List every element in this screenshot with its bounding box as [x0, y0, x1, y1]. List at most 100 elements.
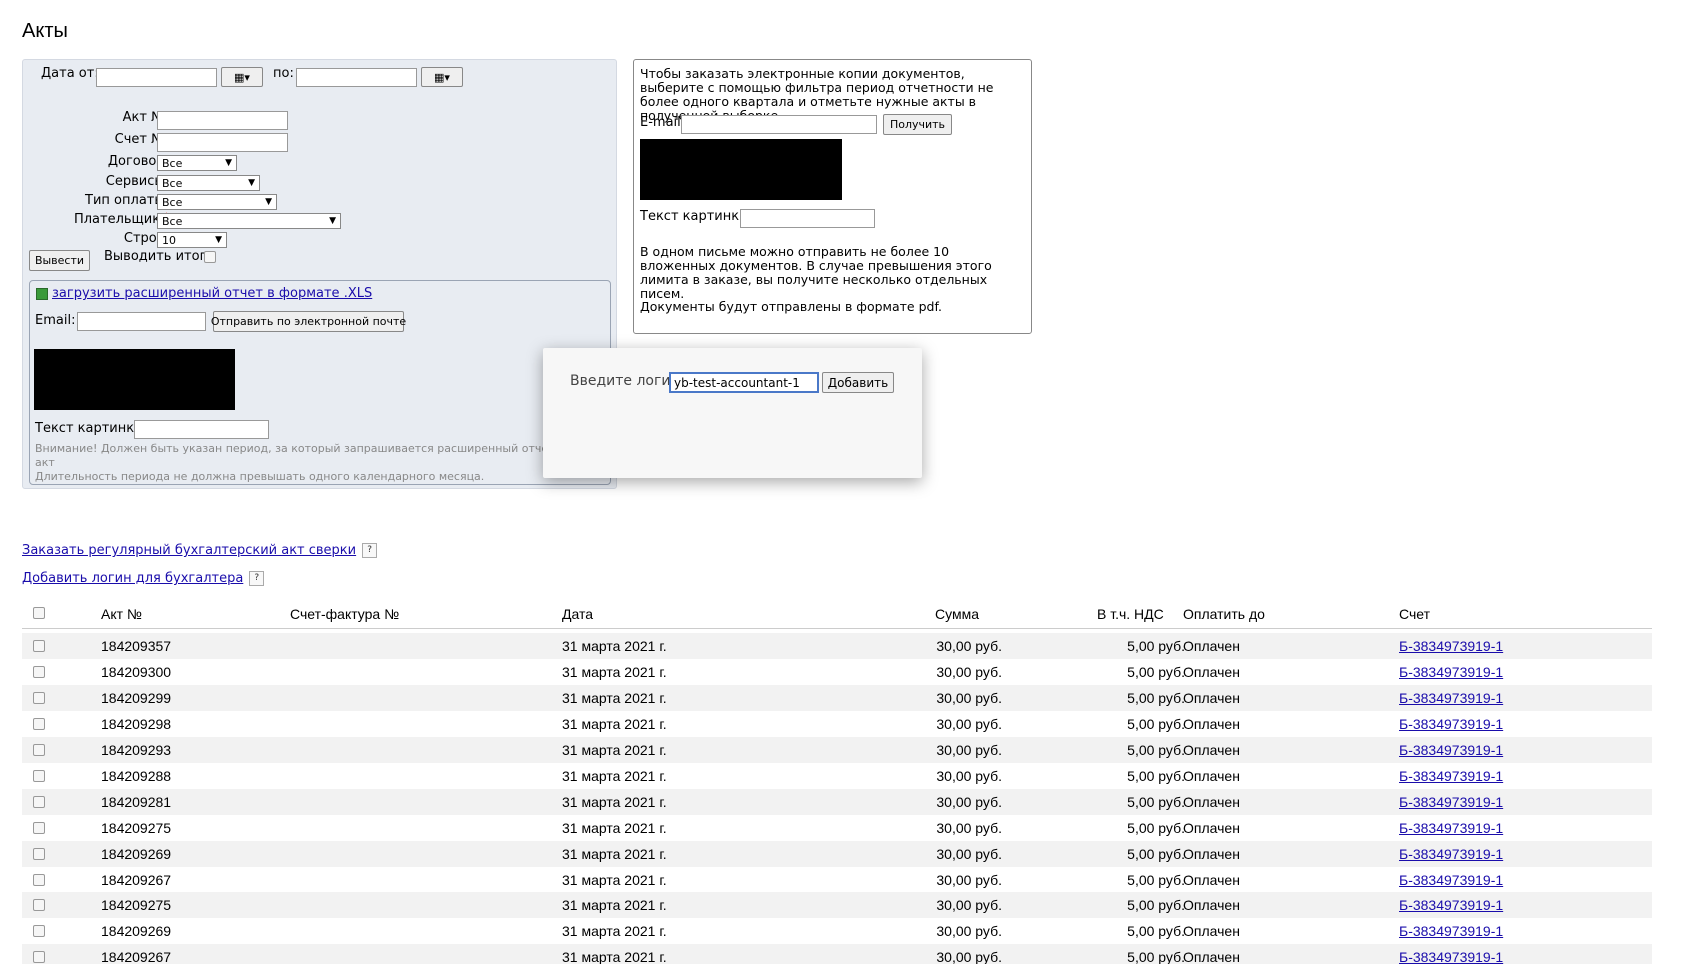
order-reconciliation-link[interactable]: Заказать регулярный бухгалтерский акт св…: [22, 543, 356, 558]
date-from-calendar-button[interactable]: ▦▾: [221, 67, 263, 87]
add-button[interactable]: Добавить: [822, 372, 894, 393]
show-totals-label: Выводить итоги: [104, 249, 215, 264]
payer-select[interactable]: Все ▼: [157, 213, 341, 229]
act-sum: 30,00 руб.: [936, 872, 1002, 888]
row-checkbox[interactable]: [33, 692, 45, 704]
act-vat: 5,00 руб.: [1127, 638, 1185, 654]
act-number: 184209300: [101, 664, 172, 680]
services-select[interactable]: Все ▼: [157, 175, 260, 191]
order-captcha-input[interactable]: [740, 209, 875, 228]
invoice-link[interactable]: Б-3834973919-1: [1399, 742, 1503, 758]
order-limit-note: В одном письме можно отправить не более …: [640, 244, 992, 301]
act-sum: 30,00 руб.: [936, 820, 1002, 836]
act-sum: 30,00 руб.: [936, 846, 1002, 862]
act-vat: 5,00 руб.: [1127, 923, 1185, 939]
invoice-link[interactable]: Б-3834973919-1: [1399, 923, 1503, 939]
row-checkbox[interactable]: [33, 718, 45, 730]
email-label: Email:: [35, 313, 76, 328]
date-from-input[interactable]: [96, 68, 217, 87]
act-date: 31 марта 2021 г.: [562, 690, 667, 706]
report-captcha-input[interactable]: [134, 420, 269, 439]
invoice-link[interactable]: Б-3834973919-1: [1399, 846, 1503, 862]
invoice-link[interactable]: Б-3834973919-1: [1399, 820, 1503, 836]
invoice-link[interactable]: Б-3834973919-1: [1399, 897, 1503, 913]
payment-status: Оплачен: [1183, 820, 1240, 836]
invoice-link[interactable]: Б-3834973919-1: [1399, 949, 1503, 964]
help-icon[interactable]: ?: [249, 571, 265, 586]
payment-status: Оплачен: [1183, 897, 1240, 913]
login-input[interactable]: [669, 372, 819, 393]
invoice-number-input[interactable]: [157, 133, 288, 152]
invoice-link[interactable]: Б-3834973919-1: [1399, 872, 1503, 888]
row-checkbox[interactable]: [33, 666, 45, 678]
act-vat: 5,00 руб.: [1127, 949, 1185, 964]
xls-download-link[interactable]: загрузить расширенный отчет в формате .X…: [52, 286, 372, 301]
act-number: 184209275: [101, 820, 172, 836]
row-checkbox[interactable]: [33, 640, 45, 652]
date-to-calendar-button[interactable]: ▦▾: [421, 67, 463, 87]
send-email-button[interactable]: Отправить по электронной почте: [211, 311, 406, 332]
row-checkbox[interactable]: [33, 796, 45, 808]
invoice-link[interactable]: Б-3834973919-1: [1399, 794, 1503, 810]
add-login-dialog: Введите логин Добавить: [543, 348, 922, 478]
act-number-input[interactable]: [157, 111, 288, 130]
row-checkbox[interactable]: [33, 744, 45, 756]
table-header: Акт № Счет-фактура № Дата Сумма В т.ч. Н…: [22, 603, 1652, 629]
invoice-link[interactable]: Б-3834973919-1: [1399, 690, 1503, 706]
act-vat: 5,00 руб.: [1127, 846, 1185, 862]
add-login-row: Добавить логин для бухгалтера?: [22, 571, 265, 586]
act-number: 184209281: [101, 794, 172, 810]
act-sum: 30,00 руб.: [936, 742, 1002, 758]
act-date: 31 марта 2021 г.: [562, 872, 667, 888]
col-invoice: Счет: [1399, 606, 1430, 622]
act-date: 31 марта 2021 г.: [562, 638, 667, 654]
row-checkbox[interactable]: [33, 848, 45, 860]
invoice-link[interactable]: Б-3834973919-1: [1399, 638, 1503, 654]
act-sum: 30,00 руб.: [936, 690, 1002, 706]
act-number: 184209267: [101, 872, 172, 888]
payment-status: Оплачен: [1183, 690, 1240, 706]
captcha-text-label: Текст картинки:: [35, 421, 147, 436]
col-date: Дата: [562, 606, 594, 622]
contract-select[interactable]: Все ▼: [157, 155, 237, 171]
rows-select[interactable]: 10 ▼: [157, 232, 227, 248]
add-accountant-login-link[interactable]: Добавить логин для бухгалтера: [22, 571, 243, 586]
row-checkbox[interactable]: [33, 899, 45, 911]
table-row: 184209269 31 марта 2021 г. 30,00 руб. 5,00 …: [22, 918, 1652, 944]
order-captcha-image: [640, 139, 842, 200]
row-checkbox[interactable]: [33, 925, 45, 937]
report-email-input[interactable]: [77, 312, 206, 331]
payment-status: Оплачен: [1183, 742, 1240, 758]
col-vat: В т.ч. НДС: [1097, 606, 1164, 622]
order-copies-panel: Чтобы заказать электронные копии докумен…: [633, 59, 1032, 334]
show-button[interactable]: Вывести: [29, 250, 90, 271]
table-row: 184209275 31 марта 2021 г. 30,00 руб. 5,00 …: [22, 892, 1652, 918]
order-email-label: E-mail:: [640, 115, 686, 130]
act-vat: 5,00 руб.: [1127, 716, 1185, 732]
invoice-link[interactable]: Б-3834973919-1: [1399, 768, 1503, 784]
date-to-input[interactable]: [296, 68, 417, 87]
get-button[interactable]: Получить: [883, 114, 952, 135]
invoice-link[interactable]: Б-3834973919-1: [1399, 716, 1503, 732]
row-checkbox[interactable]: [33, 951, 45, 963]
payment-status: Оплачен: [1183, 949, 1240, 964]
row-checkbox[interactable]: [33, 822, 45, 834]
help-icon[interactable]: ?: [362, 543, 378, 558]
row-checkbox[interactable]: [33, 874, 45, 886]
captcha-image: [34, 349, 235, 410]
report-subpanel: загрузить расширенный отчет в формате .X…: [29, 280, 611, 485]
act-sum: 30,00 руб.: [936, 949, 1002, 964]
act-number: 184209267: [101, 949, 172, 964]
invoice-link[interactable]: Б-3834973919-1: [1399, 664, 1503, 680]
row-checkbox[interactable]: [33, 770, 45, 782]
xls-download-row: загрузить расширенный отчет в формате .X…: [36, 286, 372, 301]
col-invoice-number: Счет-фактура №: [290, 606, 400, 622]
col-pay-until: Оплатить до: [1183, 606, 1265, 622]
scrollbar[interactable]: [1683, 0, 1687, 964]
payment-status: Оплачен: [1183, 923, 1240, 939]
show-totals-checkbox[interactable]: [204, 251, 216, 263]
payment-type-select[interactable]: Все ▼: [157, 194, 277, 210]
order-email-input[interactable]: [681, 115, 877, 134]
date-to-label: по:: [273, 66, 294, 81]
select-all-checkbox[interactable]: [33, 607, 45, 619]
